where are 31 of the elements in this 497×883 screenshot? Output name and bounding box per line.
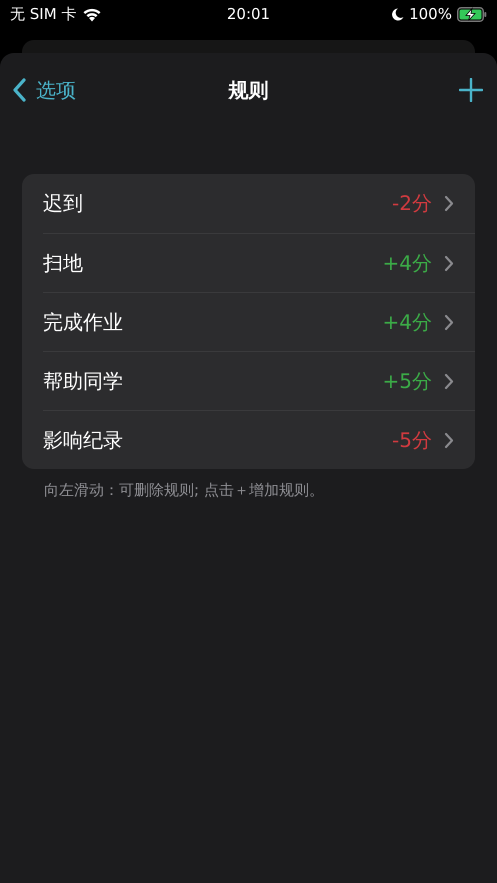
wifi-icon	[82, 6, 102, 22]
add-icon[interactable]	[459, 78, 483, 102]
rule-score: +4分	[382, 308, 432, 336]
rule-name: 影响纪录	[43, 426, 124, 454]
rule-name: 扫地	[43, 250, 84, 276]
moon-icon	[392, 8, 404, 20]
rule-name: 完成作业	[43, 308, 124, 336]
clock: 20:01	[226, 5, 270, 23]
rule-name: 帮助同学	[43, 368, 124, 394]
back-button[interactable]: 选项	[12, 76, 76, 104]
rule-score: +5分	[382, 368, 432, 394]
rule-score: -2分	[392, 190, 432, 217]
rule-name: 迟到	[43, 190, 84, 217]
hint-text: 向左滑动：可删除规则; 点击＋增加规则。	[44, 481, 325, 500]
chevron-icon	[444, 195, 454, 212]
chevron-icon	[444, 314, 454, 330]
rule-row[interactable]: 帮助同学 +5分	[43, 351, 475, 410]
battery-charging-icon	[456, 6, 487, 22]
rule-score: +4分	[382, 250, 432, 276]
rule-row[interactable]: 影响纪录 -5分	[43, 410, 475, 469]
chevron-icon	[444, 254, 454, 272]
carrier-label: 无 SIM 卡	[10, 4, 76, 24]
chevron-icon	[444, 372, 454, 390]
back-icon	[12, 78, 26, 102]
page-title: 规则	[228, 76, 268, 104]
chevron-icon	[444, 432, 454, 448]
rule-row[interactable]: 扫地 +4分	[43, 233, 475, 292]
battery-percent: 100%	[409, 5, 452, 23]
rule-row[interactable]: 完成作业 +4分	[43, 292, 475, 351]
rule-score: -5分	[392, 426, 432, 454]
rule-row[interactable]: 迟到 -2分	[43, 174, 475, 233]
